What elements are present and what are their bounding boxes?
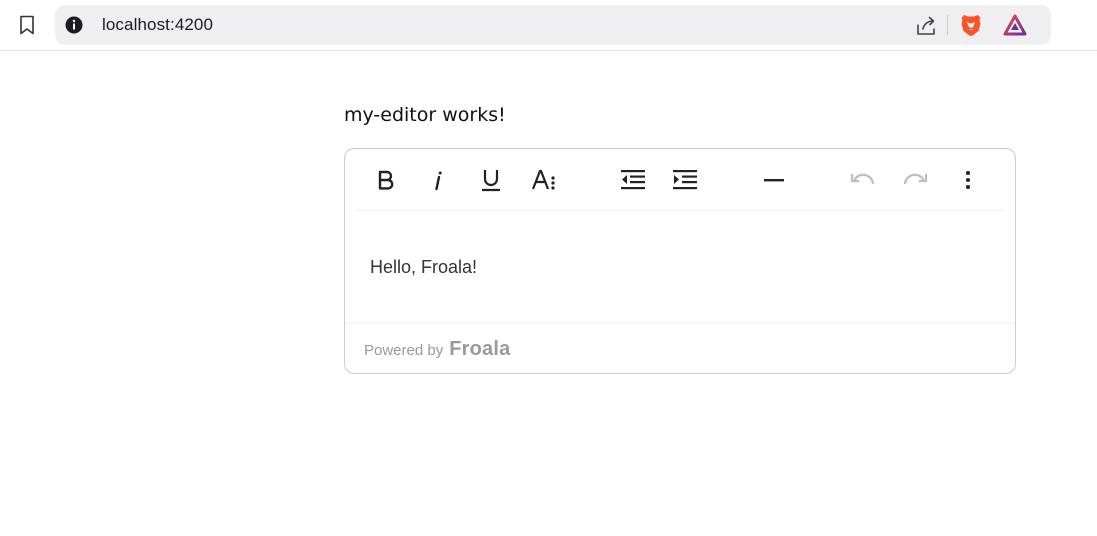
underline-button[interactable] bbox=[473, 163, 509, 197]
bold-icon bbox=[378, 170, 394, 190]
editor-content[interactable]: Hello, Froala! bbox=[370, 257, 477, 278]
redo-button[interactable] bbox=[897, 163, 933, 197]
brave-lion-icon[interactable] bbox=[958, 12, 984, 38]
text-format-more-icon bbox=[531, 169, 555, 190]
indent-icon bbox=[673, 170, 697, 190]
indent-button[interactable] bbox=[667, 163, 703, 197]
froala-logo: Froala bbox=[449, 338, 511, 360]
powered-by-label: Powered by bbox=[364, 342, 444, 359]
more-text-button[interactable] bbox=[526, 163, 562, 197]
froala-editor: Hello, Froala! Powered by Froala bbox=[344, 148, 1016, 374]
info-icon[interactable] bbox=[65, 16, 83, 34]
vertical-dots-icon bbox=[966, 171, 970, 189]
underline-icon bbox=[482, 170, 500, 192]
address-bar[interactable]: localhost:4200 bbox=[55, 5, 1051, 45]
outdent-icon bbox=[621, 170, 645, 190]
undo-button[interactable] bbox=[845, 163, 881, 197]
italic-button[interactable] bbox=[420, 163, 456, 197]
share-icon[interactable] bbox=[913, 13, 939, 39]
bold-button[interactable] bbox=[368, 163, 404, 197]
italic-icon bbox=[435, 171, 442, 191]
bookmark-icon[interactable] bbox=[14, 12, 40, 38]
horizontal-line-button[interactable] bbox=[756, 163, 792, 197]
more-misc-button[interactable] bbox=[950, 163, 986, 197]
url-divider bbox=[947, 15, 948, 35]
page-heading: my-editor works! bbox=[344, 104, 506, 126]
editor-footer: Powered by Froala bbox=[345, 323, 1015, 373]
brave-rewards-triangle-icon[interactable] bbox=[1001, 12, 1029, 38]
browser-toolbar: localhost:4200 bbox=[0, 0, 1097, 51]
editor-toolbar bbox=[356, 149, 1004, 211]
url-text[interactable]: localhost:4200 bbox=[102, 15, 213, 35]
outdent-button[interactable] bbox=[615, 163, 651, 197]
redo-icon bbox=[903, 173, 928, 185]
horizontal-line-icon bbox=[764, 179, 784, 182]
undo-icon bbox=[850, 173, 875, 185]
powered-by-link[interactable]: Powered by Froala bbox=[364, 338, 510, 361]
